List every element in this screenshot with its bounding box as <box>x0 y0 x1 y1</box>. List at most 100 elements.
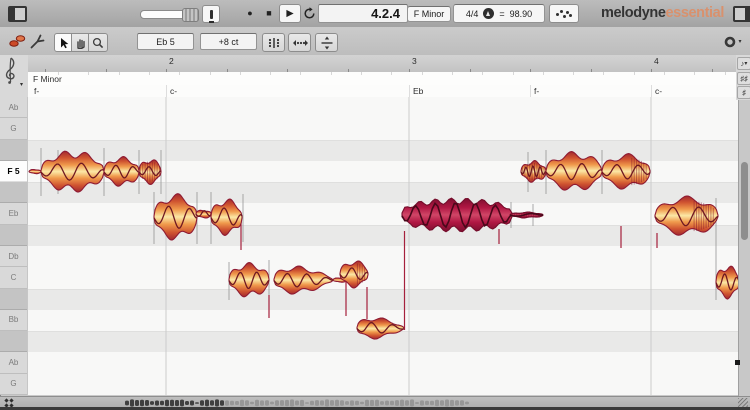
monitor-button[interactable] <box>202 5 220 23</box>
bar-number: 4 <box>654 56 659 66</box>
note-blob[interactable] <box>601 153 651 190</box>
gear-icon <box>725 36 736 47</box>
subdivision-tick-icon <box>270 72 272 75</box>
settings-button[interactable]: ▾ <box>722 33 744 50</box>
subdivision-tick-icon <box>361 72 362 75</box>
chord-label[interactable]: f- <box>534 86 539 96</box>
correct-pitch-macro-button[interactable] <box>262 33 285 52</box>
note-blob[interactable] <box>654 195 719 236</box>
key-display[interactable]: F Minor <box>407 6 451 22</box>
pitch-label <box>0 288 27 310</box>
play-button[interactable]: ▶ <box>279 4 301 23</box>
chord-label[interactable]: c- <box>655 86 662 96</box>
chord-separator <box>530 85 531 97</box>
panel-left-icon <box>10 8 15 20</box>
key-track[interactable]: F Minor <box>28 72 738 86</box>
note-blob[interactable] <box>228 261 270 298</box>
note-blobs-layer[interactable] <box>28 97 738 395</box>
note-blob[interactable] <box>138 159 162 186</box>
time-signature[interactable]: 4/4 <box>466 9 479 19</box>
quantize-time-macro-button[interactable] <box>288 33 311 52</box>
note-blob[interactable] <box>153 193 198 241</box>
dropdown-icon: ▾ <box>744 61 748 67</box>
note-blob[interactable] <box>339 260 369 289</box>
panel-right-icon <box>745 8 750 20</box>
note-blob[interactable] <box>28 168 42 175</box>
clef-corner[interactable]: ▾ <box>0 55 29 98</box>
note-blob[interactable] <box>520 160 547 183</box>
subdivision-tick-icon <box>542 72 544 75</box>
note-blob[interactable] <box>545 151 603 191</box>
scale-snap-button[interactable]: ♯♯ <box>737 72 750 85</box>
note-snap-button[interactable]: ♪ ▾ <box>737 57 750 70</box>
subdivision-tick-icon <box>664 72 665 75</box>
pitch-macro-icon <box>268 37 279 48</box>
subdivision-tick-icon <box>330 72 332 75</box>
stop-button[interactable]: ■ <box>261 4 277 22</box>
vertical-scrollbar[interactable] <box>738 100 750 396</box>
subdivision-tick-icon <box>300 72 302 75</box>
note-blob[interactable] <box>40 150 105 193</box>
chord-label[interactable]: f- <box>34 86 39 96</box>
chromatic-snap-button[interactable]: ♯ <box>737 86 750 99</box>
pitch-label <box>0 182 27 204</box>
pitch-tool-button[interactable] <box>28 33 46 54</box>
pitch-readout[interactable]: Eb 5 <box>137 33 194 50</box>
pitch-label: F 5 <box>0 160 27 183</box>
dropdown-icon: ▾ <box>738 39 742 45</box>
song-position-display[interactable]: 4.2.4 <box>318 4 408 23</box>
pitch-label: Ab <box>0 97 27 119</box>
pitch-label: Ab <box>0 352 27 374</box>
note-blob[interactable] <box>103 156 140 187</box>
bar-number: 3 <box>412 56 417 66</box>
fork-tool-icon <box>30 34 45 49</box>
blob-tool-icon <box>9 35 26 47</box>
zoom-tool-button[interactable] <box>88 33 108 52</box>
slider-handle-icon[interactable] <box>182 8 199 22</box>
subdivision-tick-icon <box>118 72 120 75</box>
time-macro-icon <box>292 39 308 46</box>
note-blob[interactable] <box>195 209 212 219</box>
tempo-value[interactable]: 98.90 <box>510 9 533 19</box>
note-blob[interactable] <box>509 211 544 219</box>
subdivision-tick-icon <box>603 72 605 75</box>
app-logo: melodyneessential <box>601 5 724 21</box>
tempo-section[interactable]: 4/4 = 98.90 <box>453 4 545 23</box>
tempo-equals: = <box>499 8 505 19</box>
resize-grip-icon[interactable] <box>738 398 748 407</box>
main-tool-button[interactable] <box>8 33 26 54</box>
toggle-left-panel-button[interactable] <box>8 6 27 22</box>
note-blob[interactable] <box>210 198 243 236</box>
separate-notes-button[interactable] <box>315 33 338 52</box>
melodyne-window: ● ■ ▶ 4.2.4 F Minor 4/4 = 98.90 melodyne… <box>0 0 750 410</box>
bar-ruler[interactable]: 2 3 4 <box>28 55 738 73</box>
chord-label[interactable]: Eb <box>413 86 423 96</box>
double-sharp-icon: ♯♯ <box>740 74 748 83</box>
pitch-label <box>0 224 27 246</box>
pitch-label: G <box>0 118 27 140</box>
toggle-right-panel-button[interactable] <box>733 6 750 22</box>
note-blob[interactable] <box>715 265 738 300</box>
note-assignment-icon <box>555 9 573 18</box>
record-button[interactable]: ● <box>242 4 258 22</box>
subdivision-tick-icon <box>451 72 453 75</box>
record-icon: ● <box>247 8 253 18</box>
subdivision-tick-icon <box>179 72 181 75</box>
note-blob[interactable] <box>356 317 405 340</box>
cycle-button[interactable] <box>302 5 317 21</box>
note-assignment-button[interactable] <box>549 4 579 23</box>
note-blob[interactable] <box>273 265 334 295</box>
cents-readout[interactable]: +8 ct <box>200 33 257 50</box>
volume-slider[interactable] <box>140 8 199 22</box>
chord-label[interactable]: c- <box>170 86 177 96</box>
subdivision-tick-icon <box>724 72 726 75</box>
brand-edition: essential <box>665 5 725 21</box>
top-toolbar: ● ■ ▶ 4.2.4 F Minor 4/4 = 98.90 melodyne… <box>0 0 750 28</box>
subdivision-tick-icon <box>573 72 575 75</box>
chord-separator <box>651 85 652 97</box>
vertical-scrollbar-thumb[interactable] <box>741 162 748 240</box>
sharp-icon: ♯ <box>742 88 746 97</box>
scroll-anchor-handle[interactable] <box>735 360 740 365</box>
note-blob[interactable] <box>401 197 513 233</box>
pitch-label: G <box>0 373 27 395</box>
